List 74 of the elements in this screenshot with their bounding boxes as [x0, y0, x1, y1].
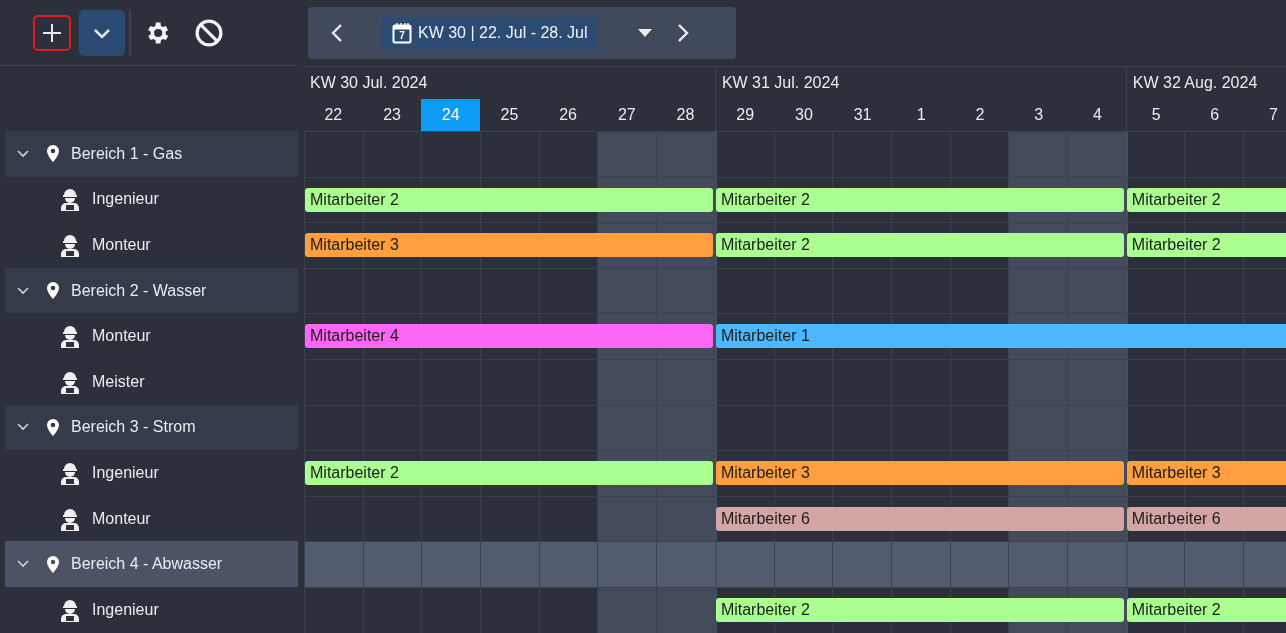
group-row[interactable]: Bereich 3 - Strom: [5, 404, 298, 451]
role-name: Meister: [92, 372, 145, 391]
booking-bar[interactable]: Mitarbeiter 6: [1126, 506, 1286, 531]
booking-bar[interactable]: Mitarbeiter 4: [305, 324, 713, 349]
booking-bar[interactable]: Mitarbeiter 2: [1126, 233, 1286, 258]
day-label: 6: [1209, 105, 1221, 125]
chevron-down-icon[interactable]: [17, 560, 29, 569]
booking-bar[interactable]: Mitarbeiter 3: [305, 233, 713, 258]
group-row[interactable]: Bereich 2 - Wasser: [5, 267, 298, 314]
role-name: Monteur: [92, 509, 151, 528]
caret-down-icon: [637, 29, 652, 37]
booking-bar[interactable]: Mitarbeiter 2: [715, 233, 1124, 258]
day-label: 28: [675, 105, 696, 125]
booking-bar[interactable]: Mitarbeiter 2: [305, 461, 713, 486]
location-pin-icon: [47, 282, 59, 300]
expand-button[interactable]: [79, 9, 125, 56]
worker-icon: [60, 187, 80, 212]
day-label: 5: [1150, 105, 1162, 125]
group-row[interactable]: Bereich 4 - Abwasser: [5, 541, 298, 587]
group-name: Bereich 1 - Gas: [71, 144, 183, 163]
role-name: Ingenieur: [92, 463, 159, 482]
chevron-right-icon: [675, 22, 690, 44]
day-label: 29: [735, 105, 756, 125]
booking-bar[interactable]: Mitarbeiter 2: [1126, 187, 1286, 212]
location-pin-icon: [47, 555, 59, 573]
role-name: Ingenieur: [92, 600, 159, 619]
worker-icon: [60, 460, 80, 485]
location-pin-icon: [47, 418, 59, 436]
chevron-down-icon[interactable]: [17, 286, 29, 295]
day-label: 2: [974, 105, 986, 125]
week-label: KW 31 Jul. 2024: [720, 73, 841, 93]
group-row[interactable]: Bereich 1 - Gas: [5, 131, 298, 177]
prohibited-icon: [194, 17, 224, 48]
add-button[interactable]: [33, 14, 71, 51]
role-name: Ingenieur: [92, 190, 159, 209]
role-name: Monteur: [92, 236, 151, 254]
booking-bar[interactable]: Mitarbeiter 1: [715, 324, 1286, 349]
chevron-down-icon[interactable]: [17, 149, 29, 158]
group-name: Bereich 3 - Strom: [71, 418, 196, 437]
day-label: 7: [1268, 105, 1279, 125]
day-label: 25: [499, 105, 520, 125]
location-pin-icon: [47, 145, 59, 163]
day-label: 26: [558, 105, 578, 125]
group-name: Bereich 2 - Wasser: [71, 281, 207, 300]
worker-icon: [60, 369, 80, 394]
day-label: 30: [794, 105, 814, 125]
day-label: 27: [616, 105, 637, 125]
week-picker[interactable]: 7 KW 30 | 22. Jul - 28. Jul: [382, 17, 598, 49]
calendar-icon: 7: [392, 22, 412, 44]
chevron-left-icon: [330, 22, 344, 44]
week-label: KW 32 Aug. 2024: [1131, 73, 1259, 93]
booking-bar[interactable]: Mitarbeiter 6: [715, 506, 1124, 531]
plus-icon: [41, 21, 63, 44]
worker-icon: [60, 233, 80, 257]
day-label: 4: [1091, 105, 1103, 125]
booking-bar[interactable]: Mitarbeiter 2: [1126, 597, 1286, 622]
day-label: 24: [421, 99, 481, 131]
worker-icon: [60, 506, 80, 531]
week-label: KW 30 Jul. 2024: [309, 73, 429, 93]
worker-icon: [60, 324, 80, 349]
day-label: 31: [852, 105, 873, 125]
role-name: Monteur: [92, 327, 151, 346]
chevron-down-icon[interactable]: [17, 423, 29, 432]
booking-bar[interactable]: Mitarbeiter 2: [715, 187, 1124, 212]
booking-bar[interactable]: Mitarbeiter 2: [715, 597, 1124, 622]
group-name: Bereich 4 - Abwasser: [71, 555, 223, 574]
booking-bar[interactable]: Mitarbeiter 3: [1126, 461, 1286, 486]
day-label: 23: [382, 105, 402, 125]
booking-bar[interactable]: Mitarbeiter 2: [305, 187, 713, 212]
day-label: 3: [1033, 105, 1045, 125]
day-label: 1: [915, 105, 927, 125]
booking-bar[interactable]: Mitarbeiter 3: [715, 461, 1124, 486]
day-label: 22: [323, 105, 344, 125]
worker-icon: [60, 597, 80, 622]
